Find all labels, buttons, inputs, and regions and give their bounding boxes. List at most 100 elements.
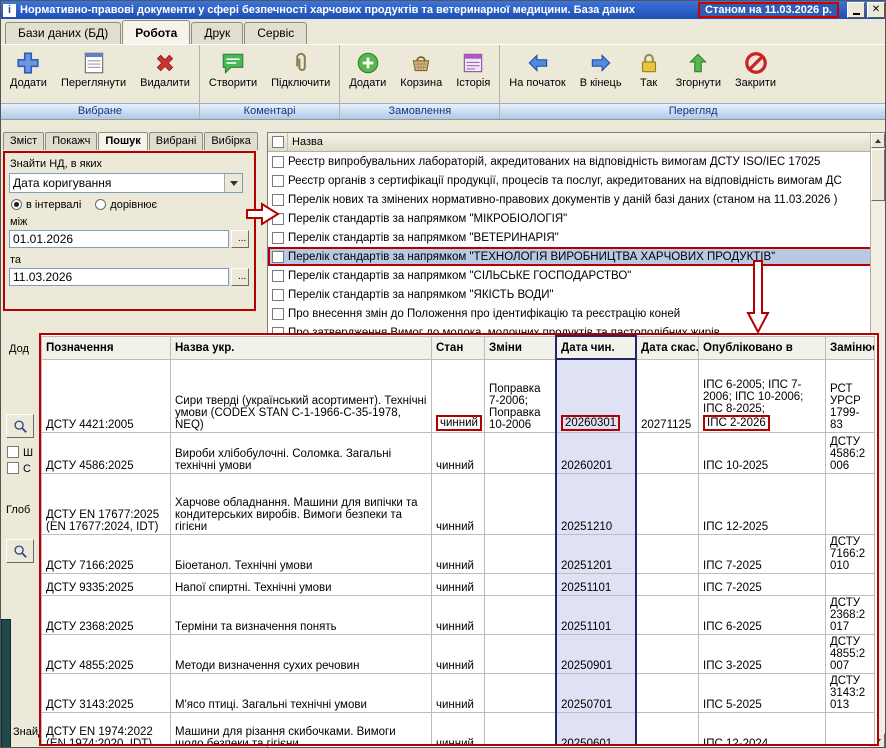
criteria-select[interactable]: Дата коригування	[9, 173, 243, 193]
scroll-up-button[interactable]	[871, 133, 885, 148]
interval-radio-label: в інтервалі	[26, 199, 81, 211]
chevron-down-icon	[230, 181, 238, 186]
list-item[interactable]: Перелік стандартів за напрямком "ВЕТЕРИН…	[268, 228, 872, 247]
tab-contents[interactable]: Зміст	[3, 132, 44, 150]
toolbar-group-favorites: Додати Переглянути Видалити Вибране	[1, 45, 200, 119]
table-row[interactable]: ДСТУ 7166:2025 Біоетанол. Технічні умови…	[42, 535, 875, 574]
tab-databases[interactable]: Бази даних (БД)	[5, 22, 121, 44]
tab-work[interactable]: Робота	[122, 20, 190, 44]
annotation-status-box: чинний	[436, 415, 482, 431]
global-search-button[interactable]	[6, 539, 34, 563]
tab-search[interactable]: Пошук	[98, 132, 147, 150]
checkbox-icon	[7, 446, 19, 458]
left-tab-bar: Зміст Покажч Пошук Вибрані Вибірка	[3, 132, 259, 150]
row-checkbox[interactable]	[272, 156, 284, 168]
col-header-replaces[interactable]: Замінює документ	[826, 336, 875, 359]
arrow-left-icon	[525, 50, 551, 76]
list-item[interactable]: Перелік стандартів за напрямком "МІКРОБІ…	[268, 209, 872, 228]
col-header-published[interactable]: Опубліковано в	[699, 336, 826, 359]
col-header-designation[interactable]: Позначення	[42, 336, 171, 359]
lock-icon	[636, 50, 662, 76]
close-button[interactable]: ✕	[867, 2, 885, 18]
table-row[interactable]: ДСТУ 4421:2005 Сири тверді (український …	[42, 359, 875, 433]
arrow-up-icon	[685, 50, 711, 76]
attach-comment-button[interactable]: Підключити	[264, 48, 337, 91]
checkbox-icon	[7, 462, 19, 474]
search-button[interactable]	[6, 414, 34, 438]
column-header-name[interactable]: Назва	[288, 136, 323, 148]
go-first-button[interactable]: На початок	[502, 48, 572, 91]
row-checkbox[interactable]	[272, 289, 284, 301]
row-checkbox[interactable]	[272, 213, 284, 225]
add-favorite-button[interactable]: Додати	[3, 48, 54, 91]
no-entry-icon	[743, 50, 769, 76]
tab-service[interactable]: Сервіс	[244, 22, 307, 44]
date-from-picker-button[interactable]: ...	[231, 230, 249, 248]
view-button[interactable]: Переглянути	[54, 48, 133, 91]
table-row[interactable]: ДСТУ 9335:2025 Напої спиртні. Технічні у…	[42, 574, 875, 596]
minimize-icon	[853, 6, 860, 15]
basket-button[interactable]: Корзина	[393, 48, 449, 91]
titlebar: і Нормативно-правові документи у сфері б…	[1, 1, 886, 19]
date-from-row: ...	[9, 230, 249, 248]
col-header-date-cancel[interactable]: Дата скас.	[636, 336, 699, 359]
date-from-input[interactable]	[9, 230, 229, 248]
table-row[interactable]: ДСТУ 4586:2025 Вироби хлібобулочні. Соло…	[42, 433, 875, 474]
window-title: Нормативно-правові документи у сфері без…	[20, 4, 698, 16]
history-button[interactable]: Історія	[449, 48, 497, 91]
list-item[interactable]: Про внесення змін до Положення про ідент…	[268, 304, 872, 323]
add-order-button[interactable]: Додати	[342, 48, 393, 91]
group-caption-view: Перегляд	[500, 103, 886, 119]
option-checkbox-1[interactable]: Ш	[7, 446, 33, 459]
x-icon	[152, 50, 178, 76]
select-all-checkbox[interactable]	[272, 136, 284, 148]
option-checkbox-2[interactable]: С	[7, 462, 31, 475]
and-label: та	[10, 254, 21, 266]
col-header-date-effective[interactable]: Дата чин.	[556, 336, 636, 359]
plus-icon	[15, 50, 41, 76]
collapsed-panel-strip[interactable]	[1, 619, 11, 748]
date-to-input[interactable]	[9, 268, 229, 286]
close-db-button[interactable]: Закрити	[728, 48, 783, 91]
delete-button[interactable]: Видалити	[133, 48, 197, 91]
dropdown-button[interactable]	[224, 174, 242, 192]
table-row[interactable]: ДСТУ EN 1974:2022 (EN 1974:2020, IDT) Ма…	[42, 713, 875, 747]
equals-radio[interactable]	[95, 199, 106, 210]
list-item[interactable]: Реєстр органів з сертифікації продукції,…	[268, 171, 872, 190]
go-last-button[interactable]: В кінець	[573, 48, 629, 91]
list-item[interactable]: Реєстр випробувальних лабораторій, акред…	[268, 152, 872, 171]
minimize-button[interactable]	[847, 2, 865, 18]
yes-button[interactable]: Так	[629, 48, 669, 91]
row-checkbox[interactable]	[272, 175, 284, 187]
row-checkbox[interactable]	[272, 232, 284, 244]
row-checkbox[interactable]	[272, 251, 284, 263]
col-header-status[interactable]: Стан	[432, 336, 485, 359]
table-row[interactable]: ДСТУ 4855:2025 Методи визначення сухих р…	[42, 635, 875, 674]
tab-print[interactable]: Друк	[191, 22, 243, 44]
mode-radio-group: в інтервалі дорівнює	[11, 199, 157, 211]
scrollbar-thumb[interactable]	[871, 149, 885, 201]
toolbar: Додати Переглянути Видалити Вибране Ство…	[1, 45, 886, 120]
date-to-picker-button[interactable]: ...	[231, 268, 249, 286]
row-checkbox[interactable]	[272, 308, 284, 320]
list-item[interactable]: Перелік стандартів за напрямком "ЯКІСТЬ …	[268, 285, 872, 304]
tab-index[interactable]: Покажч	[45, 132, 97, 150]
close-icon: ✕	[872, 5, 880, 15]
interval-radio[interactable]	[11, 199, 22, 210]
list-item[interactable]: Перелік нових та змінених нормативно-пра…	[268, 190, 872, 209]
list-header: Назва	[268, 133, 886, 152]
history-icon	[460, 50, 486, 76]
col-header-changes[interactable]: Зміни	[485, 336, 557, 359]
col-header-name[interactable]: Назва укр.	[171, 336, 432, 359]
collapse-button[interactable]: Згорнути	[669, 48, 728, 91]
table-row[interactable]: ДСТУ 3143:2025 М'ясо птиці. Загальні тех…	[42, 674, 875, 713]
row-checkbox[interactable]	[272, 270, 284, 282]
list-item[interactable]: Перелік стандартів за напрямком "СІЛЬСЬК…	[268, 266, 872, 285]
create-comment-button[interactable]: Створити	[202, 48, 264, 91]
table-row[interactable]: ДСТУ EN 17677:2025 (EN 17677:2024, IDT) …	[42, 474, 875, 535]
table-row[interactable]: ДСТУ 2368:2025 Терміни та визначення пон…	[42, 596, 875, 635]
row-checkbox[interactable]	[272, 194, 284, 206]
tab-selection[interactable]: Вибірка	[204, 132, 258, 150]
tab-selected[interactable]: Вибрані	[149, 132, 204, 150]
list-item-selected[interactable]: Перелік стандартів за напрямком "ТЕХНОЛО…	[268, 247, 872, 266]
